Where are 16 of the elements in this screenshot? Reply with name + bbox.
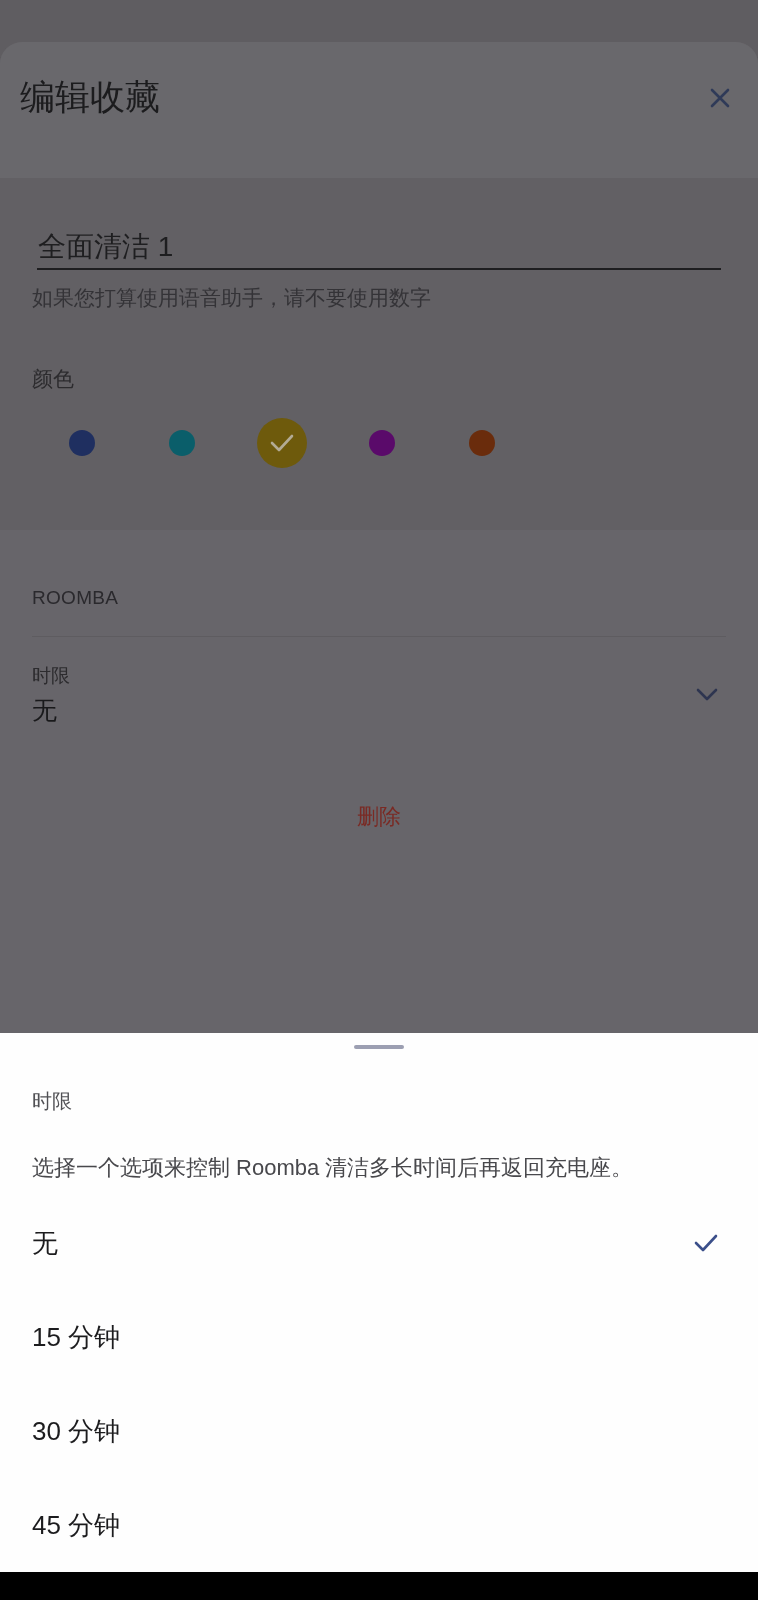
color-swatch[interactable] [257,418,307,468]
close-button[interactable] [708,86,732,110]
sheet-title: 时限 [32,1089,73,1113]
check-icon [270,434,294,452]
select-value: 无 [32,695,58,725]
color-swatch[interactable] [469,430,495,456]
close-icon [710,88,730,108]
color-swatch[interactable] [69,430,95,456]
color-swatch[interactable] [369,430,395,456]
color-swatch[interactable] [169,430,195,456]
chevron-down-icon [696,688,718,701]
sheet-description: 选择一个选项来控制 Roomba 清洁多长时间后再返回充电座。 [32,1154,635,1182]
select-label: 时限 [32,664,70,688]
dialog-title: 编辑收藏 [20,76,160,118]
drag-handle[interactable] [354,1045,404,1049]
section-header: ROOMBA [32,586,120,610]
